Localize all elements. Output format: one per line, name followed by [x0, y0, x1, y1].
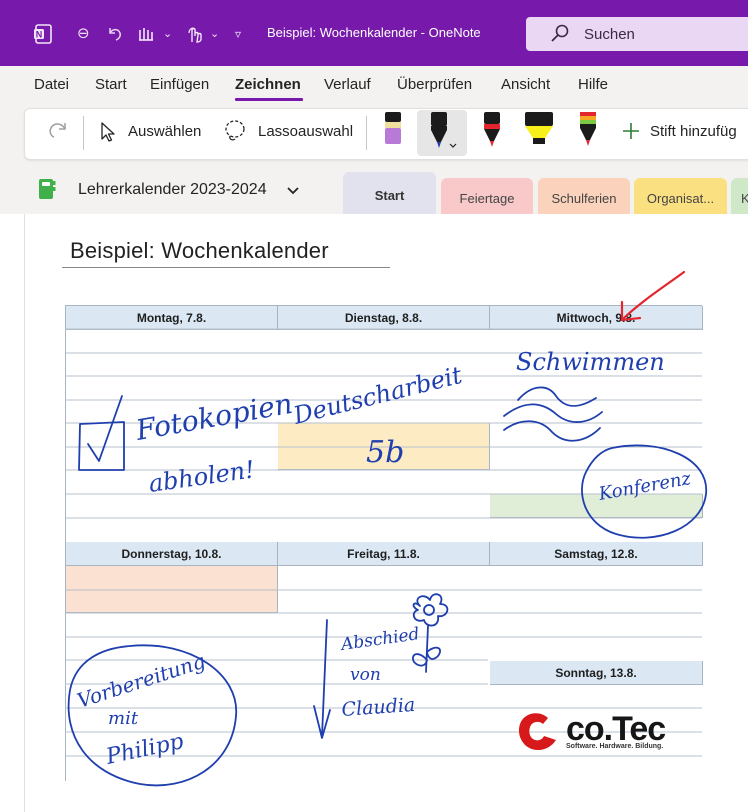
calendar-grid-lines — [65, 328, 702, 757]
logo-tagline: Software. Hardware. Bildung. — [566, 743, 664, 750]
cotec-logo-mark — [518, 713, 556, 750]
